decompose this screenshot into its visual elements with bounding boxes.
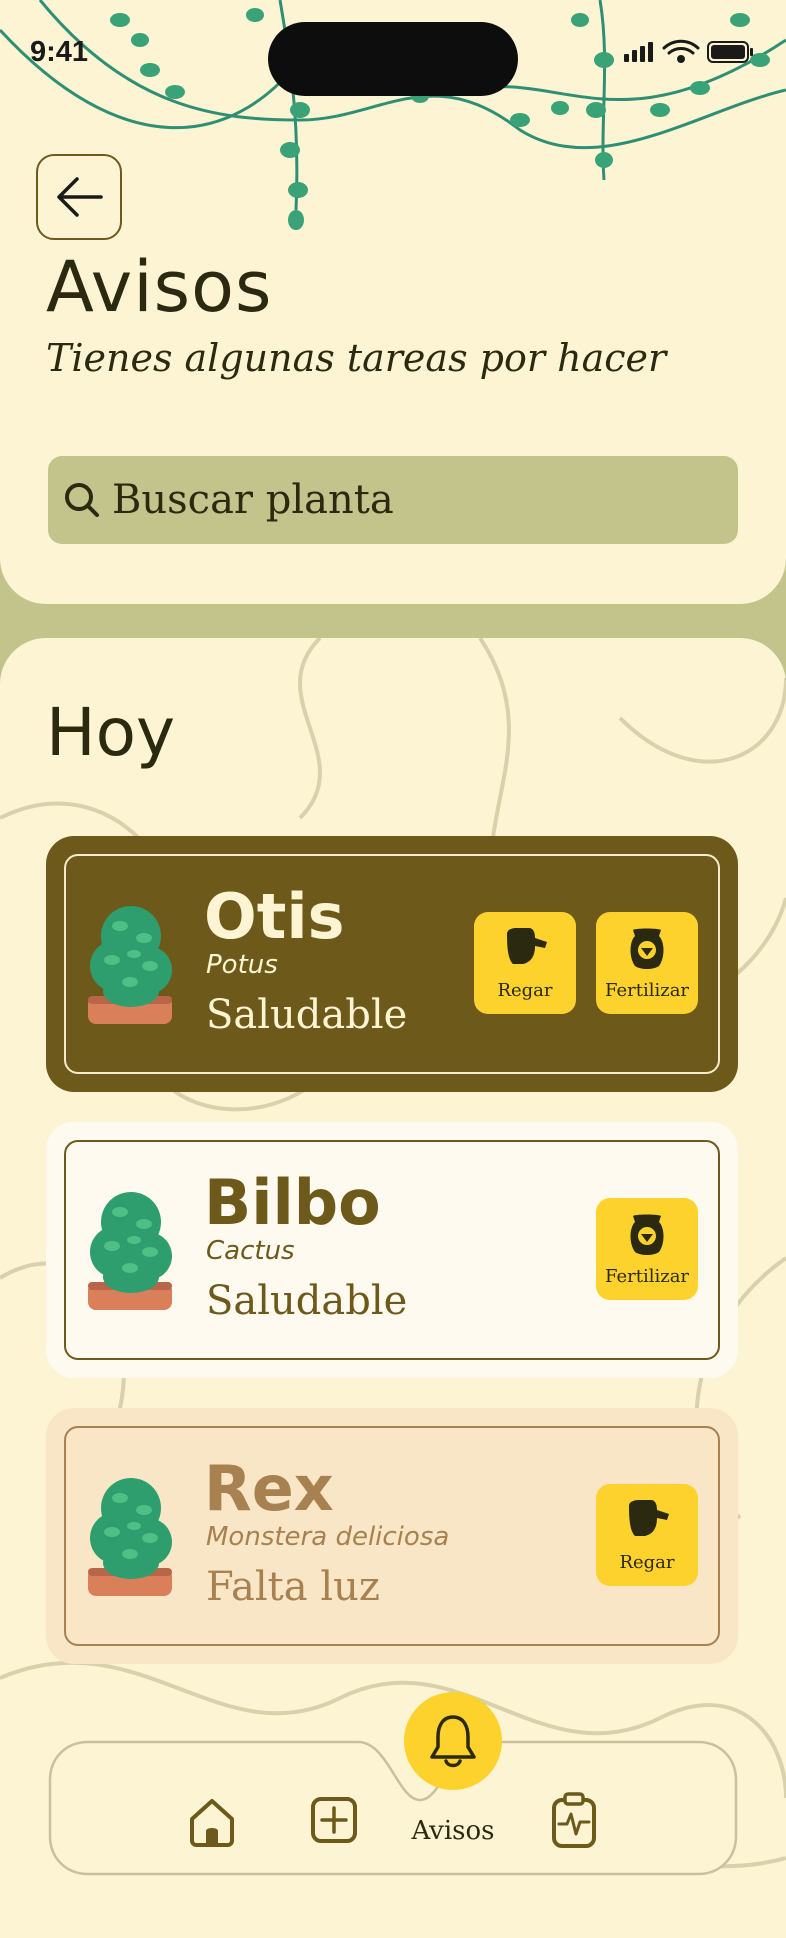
bell-icon: [430, 1715, 476, 1768]
fertilize-button-label: Fertilizar: [604, 1266, 690, 1287]
page-subtitle: Tienes algunas tareas por hacer: [46, 336, 667, 380]
water-button-label: Regar: [497, 980, 553, 1001]
water-button-label: Regar: [619, 1552, 675, 1573]
clipboard-health-icon: [552, 1792, 596, 1848]
section-title: Hoy: [46, 694, 176, 771]
plant-name: Rex: [204, 1452, 334, 1525]
nav-add[interactable]: [306, 1792, 362, 1848]
plant-species: Potus: [206, 950, 278, 980]
plant-image: [88, 906, 172, 1024]
wifi-icon: [662, 39, 700, 63]
plant-name: Bilbo: [204, 1166, 381, 1239]
status-time: 9:41: [30, 36, 89, 68]
plant-species: Cactus: [206, 1236, 295, 1266]
fertilize-button[interactable]: Fertilizar: [596, 1198, 698, 1300]
plant-status: Saludable: [206, 1278, 408, 1324]
page-title: Avisos: [46, 246, 273, 328]
plant-species: Monstera deliciosa: [206, 1522, 450, 1552]
bottom-nav-bar: [48, 1740, 738, 1876]
back-button[interactable]: [36, 154, 122, 240]
nav-health[interactable]: [546, 1790, 602, 1850]
fertilizer-bag-icon: [630, 1214, 664, 1255]
search-icon: [65, 483, 99, 517]
home-icon: [190, 1799, 234, 1847]
watering-can-icon: [629, 1500, 669, 1536]
nav-notifications[interactable]: [404, 1692, 502, 1790]
water-button[interactable]: Regar: [474, 912, 576, 1014]
dynamic-island: [268, 22, 518, 96]
app-screen: 9:41 Avisos Tienes algunas tareas por ha…: [0, 0, 786, 1938]
plant-card-otis[interactable]: Otis Potus Saludable Regar Fertilizar: [46, 836, 738, 1092]
signal-icon: [624, 42, 653, 62]
fertilizer-bag-icon: [630, 928, 664, 969]
header-panel: 9:41 Avisos Tienes algunas tareas por ha…: [0, 0, 786, 604]
plant-card-bilbo[interactable]: Bilbo Cactus Saludable Fertilizar: [46, 1122, 738, 1378]
arrow-left-icon: [57, 177, 103, 217]
fertilize-button[interactable]: Fertilizar: [596, 912, 698, 1014]
nav-home[interactable]: [184, 1794, 240, 1850]
plant-image: [88, 1192, 172, 1310]
plant-status: Falta luz: [206, 1564, 380, 1610]
plant-status: Saludable: [206, 992, 408, 1038]
plant-card-rex[interactable]: Rex Monstera deliciosa Falta luz Regar: [46, 1408, 738, 1664]
plant-name: Otis: [204, 880, 345, 953]
search-input[interactable]: [110, 476, 714, 524]
fertilize-button-label: Fertilizar: [604, 980, 690, 1001]
battery-icon: [707, 41, 753, 63]
add-icon: [311, 1797, 357, 1843]
plant-image: [88, 1478, 172, 1596]
watering-can-icon: [507, 928, 547, 964]
status-icons: [624, 39, 753, 63]
nav-active-label: Avisos: [411, 1816, 495, 1846]
water-button[interactable]: Regar: [596, 1484, 698, 1586]
search-bar[interactable]: [48, 456, 738, 544]
